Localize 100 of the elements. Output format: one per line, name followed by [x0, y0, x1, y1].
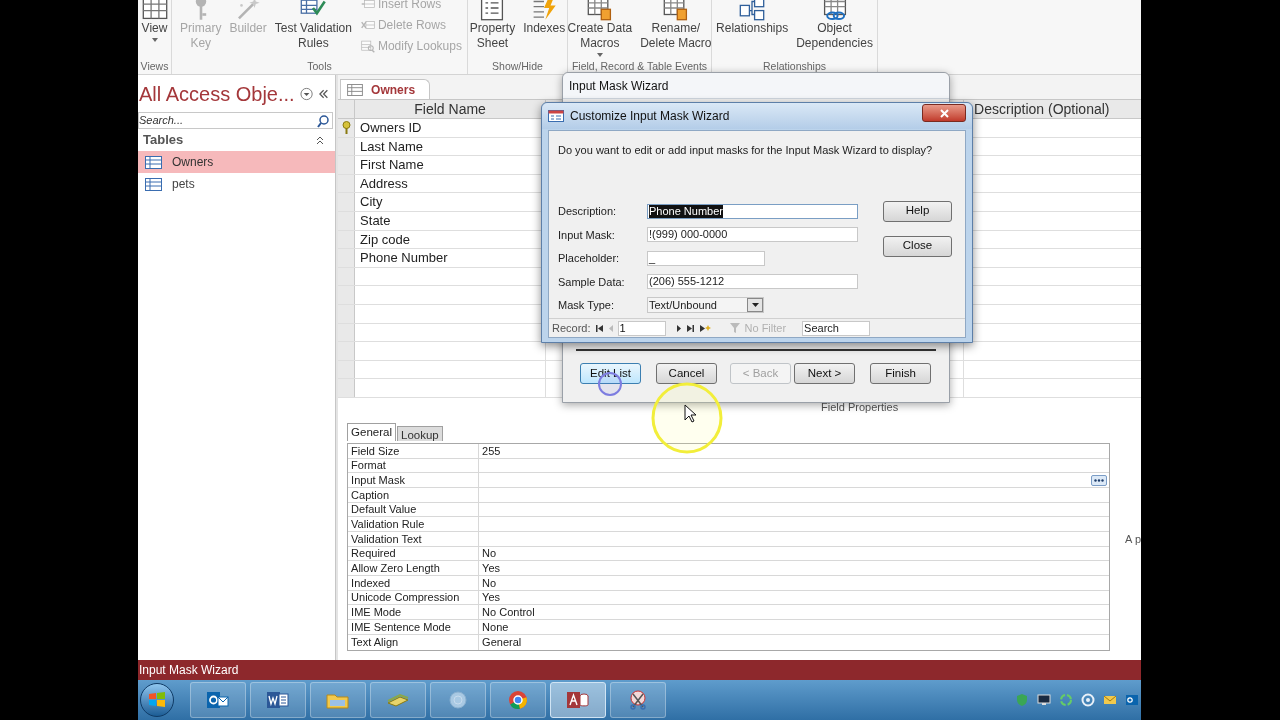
dialog-button[interactable]: Cancel — [656, 363, 717, 384]
property-label: IME Mode — [351, 605, 402, 621]
property-label: Input Mask — [351, 472, 405, 488]
input-field[interactable]: !(999) 000-0000 — [647, 227, 858, 243]
property-row[interactable]: Indexed No — [348, 576, 1110, 591]
property-label: Format — [351, 458, 386, 474]
shield-icon — [1015, 693, 1029, 707]
lightning-icon — [531, 0, 558, 21]
table-cell-text: First Name — [360, 156, 424, 175]
input-field[interactable]: _ — [647, 250, 765, 266]
property-row[interactable]: Validation Text — [348, 532, 1110, 547]
property-row[interactable]: Unicode Compression Yes — [348, 590, 1110, 606]
property-row[interactable]: Validation Rule — [348, 517, 1110, 533]
property-row[interactable]: Format — [348, 458, 1110, 474]
ribbon-group-label: Tools — [306, 59, 333, 73]
property-label: Text Align — [351, 634, 399, 650]
close-button[interactable] — [922, 104, 966, 122]
caret-icon — [596, 53, 603, 57]
property-row[interactable]: IME Mode No Control — [348, 605, 1110, 621]
property-row[interactable]: Caption — [348, 487, 1110, 503]
property-row[interactable]: IME Sentence Mode None — [348, 620, 1110, 635]
property-row[interactable]: Allow Zero Length Yes — [348, 561, 1110, 577]
property-value: 255 — [482, 443, 501, 459]
dialog-button[interactable]: Next > — [794, 363, 855, 384]
column-header: Field Name — [414, 99, 486, 119]
field-label: Sample Data: — [558, 274, 626, 290]
window-icon — [548, 110, 564, 122]
ribbon-group-label: Views — [139, 59, 170, 73]
property-row[interactable]: Default Value — [348, 502, 1110, 518]
property-row[interactable]: Required No — [348, 546, 1110, 562]
mail-app-icon — [1125, 693, 1139, 707]
table-icon — [145, 155, 162, 169]
property-value: None — [482, 619, 509, 635]
prompt-text: Do you want to edit or add input masks for the Input Mask Wizard to display? — [558, 143, 934, 158]
nav-item[interactable]: Owners — [138, 151, 335, 173]
ribbon-group-label: Show/Hide — [491, 59, 544, 73]
help-text: A p — [1125, 531, 1141, 547]
window-title: Input Mask Wizard — [569, 77, 669, 95]
field-label: Description: — [558, 204, 618, 219]
circle-logo-icon — [506, 689, 530, 711]
start-button[interactable] — [140, 683, 174, 717]
next-record-icon — [675, 323, 682, 333]
dropdown-icon — [299, 86, 313, 101]
input-field[interactable]: (206) 555-1212 — [647, 274, 858, 290]
record-field[interactable]: 1 — [617, 320, 666, 336]
sync-icon — [1059, 693, 1073, 707]
ribbon-button[interactable]: Test Validation Rules — [271, 0, 355, 59]
property-label: Required — [351, 546, 396, 562]
field-label: Placeholder: — [558, 251, 621, 266]
row-selector[interactable] — [338, 119, 356, 137]
table-cell-text: Last Name — [360, 137, 423, 156]
record-label: Record: — [552, 320, 591, 336]
property-row[interactable]: Text Align General — [348, 634, 1110, 650]
ribbon-button[interactable]: View — [138, 0, 171, 59]
property-value: No Control — [482, 605, 535, 621]
document-tab[interactable]: Owners — [340, 79, 431, 99]
table-icon — [145, 177, 162, 191]
property-label: Field Size — [351, 443, 400, 459]
collapse-icon — [317, 87, 329, 100]
key-icon — [341, 121, 351, 135]
search-icon — [316, 113, 330, 128]
property-label: Allow Zero Length — [351, 561, 440, 576]
dropdown[interactable]: Text/Unbound — [647, 297, 764, 314]
ribbon-button[interactable]: Object Dependencies — [793, 0, 876, 59]
builder-button[interactable] — [1091, 474, 1108, 486]
property-label: Validation Rule — [351, 516, 425, 532]
dropdown-arrow-icon — [751, 303, 759, 308]
table-cell-text: Phone Number — [360, 249, 448, 268]
dialog-button[interactable]: Close — [883, 235, 952, 257]
property-value: General — [482, 634, 522, 650]
input-field[interactable]: Phone Number — [647, 203, 858, 219]
table-cell-text: Address — [360, 174, 408, 193]
new-record-icon — [698, 323, 711, 333]
pointer-icon — [684, 404, 696, 423]
field-label: Input Mask: — [558, 227, 616, 243]
dialog-button[interactable]: Finish — [870, 363, 931, 384]
tab[interactable]: General — [347, 422, 396, 441]
property-row[interactable]: Field Size 255 — [348, 443, 1110, 459]
dialog-button[interactable]: Help — [883, 200, 952, 222]
property-row[interactable]: Input Mask — [348, 473, 1110, 488]
status-text: Input Mask Wizard — [138, 662, 239, 679]
ribbon-button[interactable]: Property Sheet — [466, 0, 519, 59]
envelope-icon — [1103, 693, 1117, 707]
tab[interactable]: Lookup — [397, 425, 443, 441]
property-value: No — [482, 546, 497, 562]
ribbon-button[interactable]: Rename/ Delete Macro — [637, 0, 715, 59]
column-header: Description (Optional) — [974, 99, 1110, 119]
table-cell-text: City — [360, 193, 383, 212]
lookup-icon — [360, 38, 375, 53]
property-label: Unicode Compression — [351, 590, 460, 606]
group-header[interactable]: Tables — [143, 130, 184, 150]
nav-item[interactable]: pets — [138, 173, 335, 195]
search-field[interactable]: Search — [802, 320, 871, 336]
table-icon — [347, 83, 364, 96]
filter-icon — [728, 322, 743, 334]
database-app-icon — [566, 689, 590, 711]
taskbar-button[interactable] — [550, 682, 606, 718]
ribbon-button[interactable]: Relationships — [713, 0, 792, 59]
property-label: IME Sentence Mode — [351, 619, 451, 635]
windows-logo-icon — [148, 691, 166, 709]
